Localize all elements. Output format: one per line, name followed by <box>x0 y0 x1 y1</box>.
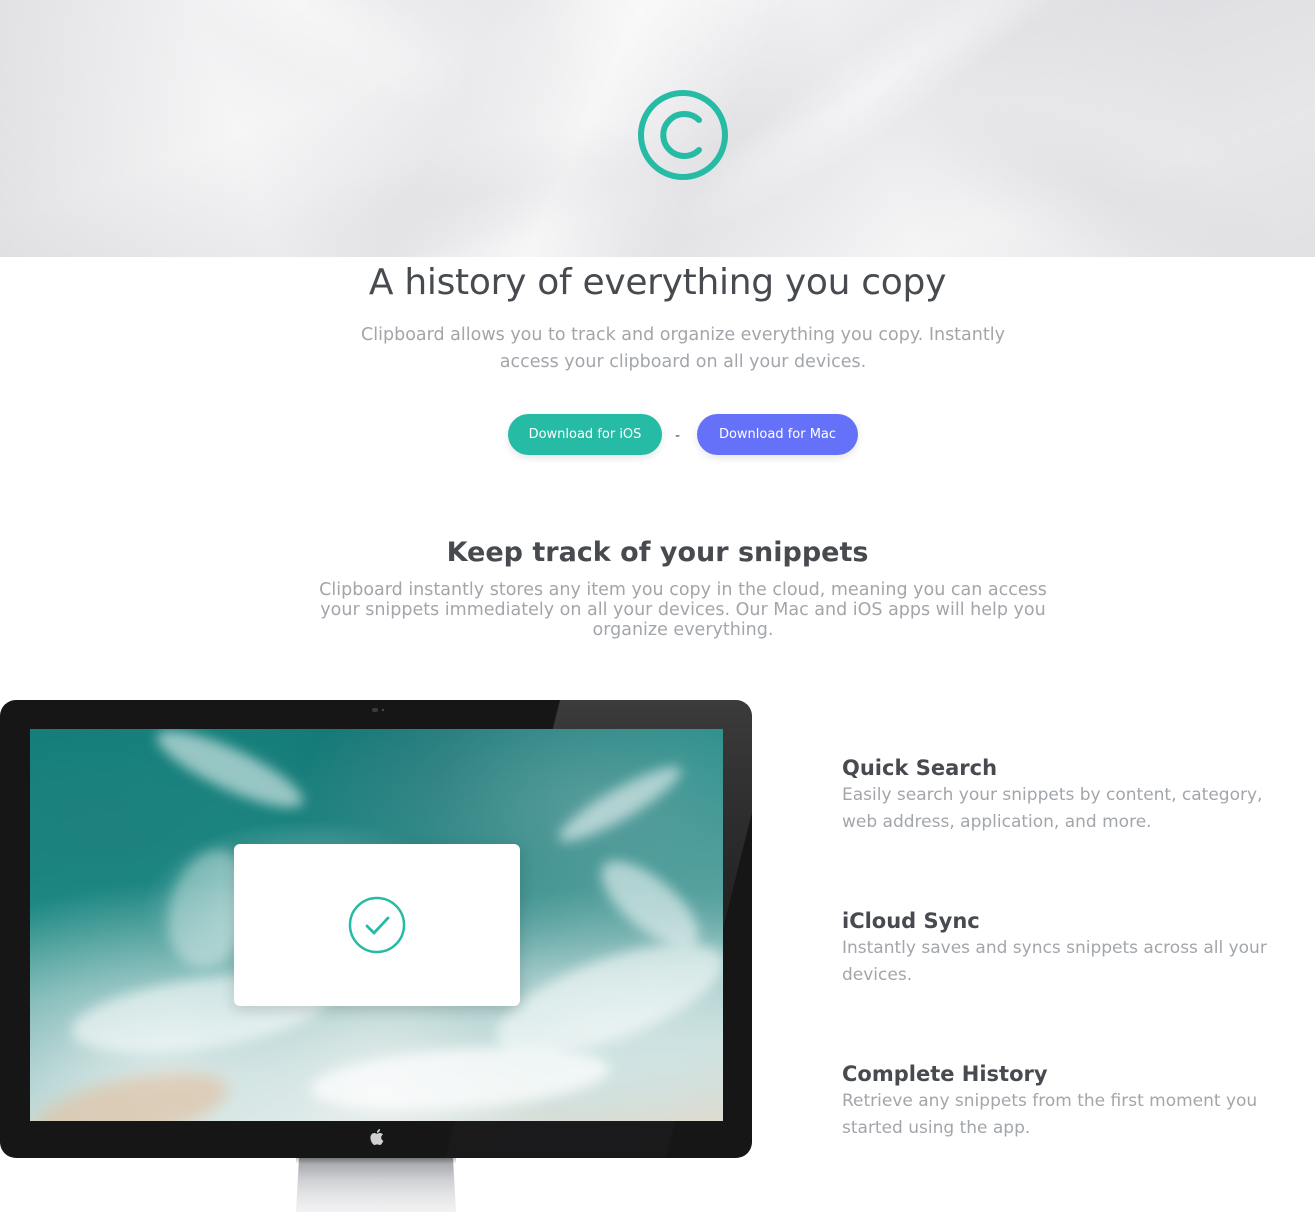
download-ios-button[interactable]: Download for iOS <box>508 414 662 455</box>
feature-title: iCloud Sync <box>842 909 980 933</box>
wave-foam <box>551 756 689 852</box>
feature-text: Retrieve any snippets from the first mom… <box>842 1091 1258 1138</box>
snippets-text: Clipboard instantly stores any item you … <box>319 580 1047 640</box>
check-circle-icon <box>348 896 406 954</box>
download-mac-button[interactable]: Download for Mac <box>697 414 858 455</box>
feature-icloud-sync: iCloud Sync Instantly saves and syncs sn… <box>842 907 1282 989</box>
hero-texture <box>76 0 504 152</box>
snippets-title: Keep track of your snippets <box>446 537 869 568</box>
feature-text: Easily search your snippets by content, … <box>842 785 1263 832</box>
feature-title: Complete History <box>842 1062 1048 1086</box>
button-separator: - <box>675 428 681 444</box>
feature-complete-history: Complete History Retrieve any snippets f… <box>842 1060 1282 1142</box>
feature-title: Quick Search <box>842 756 998 780</box>
page-title: A history of everything you copy <box>368 262 947 303</box>
monitor-stand <box>296 1158 456 1212</box>
hero-banner <box>0 0 1315 257</box>
success-dialog <box>234 844 520 1006</box>
feature-quick-search: Quick Search Easily search your snippets… <box>842 754 1282 836</box>
camera-icon <box>372 708 378 712</box>
feature-text: Instantly saves and syncs snippets acros… <box>842 938 1267 985</box>
monitor-stand-shadow <box>296 1158 456 1164</box>
beach-sand <box>30 1058 235 1121</box>
wave-foam <box>149 729 311 821</box>
wave-foam <box>587 846 713 962</box>
intro-subtext: Clipboard allows you to track and organi… <box>361 325 1005 372</box>
apple-icon <box>370 1129 384 1145</box>
copyright-circle-icon <box>638 90 728 180</box>
camera-light <box>382 709 384 711</box>
wave-foam <box>308 1038 612 1120</box>
